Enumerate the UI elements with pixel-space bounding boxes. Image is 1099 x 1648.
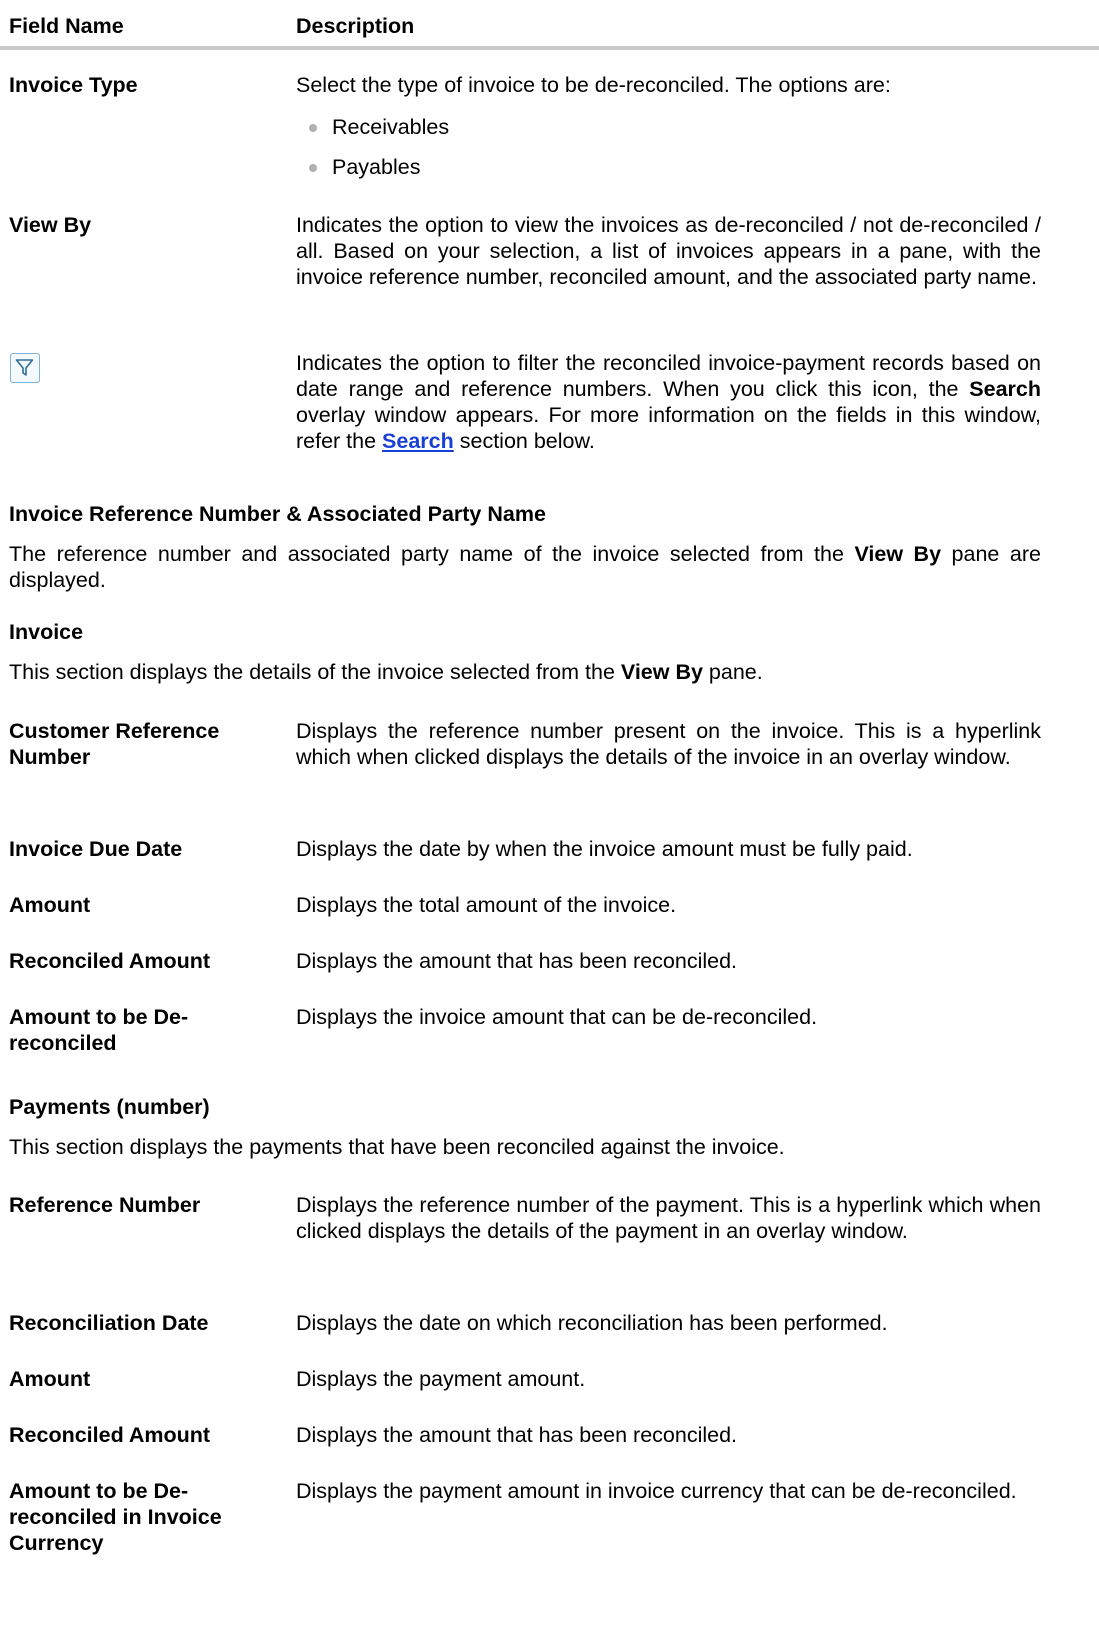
- field-description: Displays the amount that has been reconc…: [296, 1423, 738, 1447]
- field-label: Amount: [9, 1367, 91, 1391]
- header-divider: [0, 46, 1099, 50]
- table-header: Field Name Description: [0, 0, 1099, 50]
- bullet-icon: [309, 164, 317, 172]
- field-description: Indicates the option to filter the recon…: [296, 351, 1041, 453]
- field-description: Displays the amount that has been reconc…: [296, 949, 738, 973]
- field-description: Indicates the option to view the invoice…: [296, 213, 1041, 289]
- field-label: Reconciled Amount: [9, 1423, 211, 1447]
- field-label: Invoice Type: [9, 73, 138, 97]
- field-description: Select the type of invoice to be de-reco…: [296, 73, 891, 97]
- field-description: Displays the reference number of the pay…: [296, 1193, 1041, 1243]
- field-label: Customer Reference Number: [9, 719, 220, 769]
- field-label: View By: [9, 213, 92, 237]
- header-field-name: Field Name: [9, 14, 124, 38]
- section-title-reference: Invoice Reference Number & Associated Pa…: [9, 502, 546, 526]
- field-description: Displays the total amount of the invoice…: [296, 893, 677, 917]
- section-title-invoice: Invoice: [9, 620, 84, 644]
- field-label: Invoice Due Date: [9, 837, 183, 861]
- field-label: Amount: [9, 893, 91, 917]
- bullet-icon: [309, 124, 317, 132]
- field-label: Amount to be De-reconciled: [9, 1005, 189, 1055]
- field-label: Amount to be De-reconciled in Invoice Cu…: [9, 1479, 222, 1555]
- field-label: Reference Number: [9, 1193, 201, 1217]
- filter-icon[interactable]: [10, 353, 40, 383]
- field-label: Reconciled Amount: [9, 949, 211, 973]
- section-text-payments: This section displays the payments that …: [9, 1135, 785, 1159]
- field-description: Displays the payment amount.: [296, 1367, 586, 1391]
- section-text-reference: The reference number and associated part…: [9, 542, 1041, 592]
- field-description: Displays the reference number present on…: [296, 719, 1041, 769]
- search-section-link[interactable]: Search: [382, 429, 454, 453]
- header-description: Description: [296, 14, 415, 38]
- field-label: Reconciliation Date: [9, 1311, 209, 1335]
- field-description: Displays the date by when the invoice am…: [296, 837, 913, 861]
- section-text-invoice: This section displays the details of the…: [9, 660, 763, 684]
- field-description: Displays the payment amount in invoice c…: [296, 1479, 1017, 1503]
- field-description: Displays the invoice amount that can be …: [296, 1005, 818, 1029]
- field-description: Displays the date on which reconciliatio…: [296, 1311, 888, 1335]
- section-title-payments: Payments (number): [9, 1095, 210, 1119]
